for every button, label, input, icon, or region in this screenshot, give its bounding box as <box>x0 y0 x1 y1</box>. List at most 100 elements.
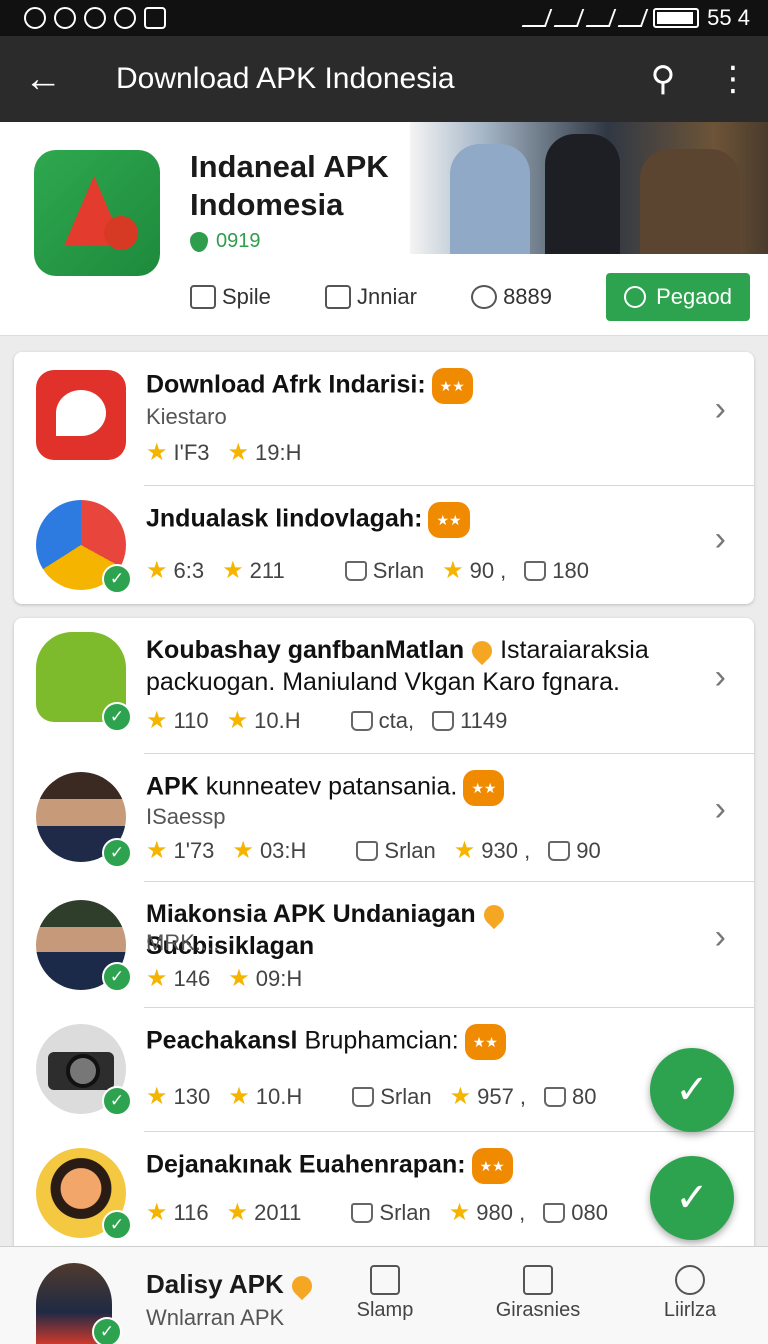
star-icon: ★ <box>222 557 244 584</box>
app-notification-icon <box>84 7 106 29</box>
app-subtitle: ISaessp <box>146 804 226 829</box>
heart-icon <box>287 1271 316 1301</box>
bottom-app-subtitle: Wnlarran APK <box>146 1305 285 1330</box>
app-subtitle: MRK.... <box>146 930 220 955</box>
image-icon <box>144 7 166 29</box>
list-item[interactable]: Download Afrk Indarisi: ★★ Kiestaro ★ I'F3… <box>14 352 754 486</box>
check-icon: ✓ <box>102 702 132 732</box>
star-icon: ★ <box>449 1083 472 1110</box>
like-action[interactable]: Spile <box>190 284 271 310</box>
share-icon <box>471 285 498 309</box>
more-vert-icon[interactable]: ⋮ <box>698 36 768 122</box>
nav-tab-girasnies[interactable]: Girasnies <box>478 1265 598 1322</box>
rating-badge: ★★ <box>463 770 505 806</box>
heart-icon <box>479 901 508 930</box>
app-title: Koubashay ganfbanMatlan Istaraiaraksia pa… <box>146 636 649 696</box>
app-title: Download Afrk Indarisi: ★★ <box>146 368 674 404</box>
app-title: Miakonsia APK UndaniaganSucbisiklagan <box>146 898 674 962</box>
share-action[interactable]: 8889 <box>471 284 552 310</box>
list-item[interactable]: ✓ Dejanakınak Euahenrapan: ★★ ★ 116 ★ 2011 … <box>14 1132 754 1258</box>
star-icon: ★ <box>146 1083 168 1110</box>
star-icon: ★ <box>228 1083 250 1110</box>
rating-badge: ★★ <box>464 1024 506 1060</box>
star-icon: ★ <box>146 965 168 992</box>
status-right-icons: 55 4 <box>521 5 750 31</box>
star-icon: ★ <box>448 1199 471 1226</box>
thumbs-up-icon <box>190 285 216 309</box>
app-stats: ★ 1'73 ★ 03:H Srlan ★ 930 , 90 <box>146 837 601 864</box>
mute-icon <box>553 9 585 27</box>
search-icon[interactable]: ⚲ <box>628 36 698 122</box>
check-icon: ✓ <box>92 1317 122 1344</box>
star-icon: ★ <box>146 1199 168 1226</box>
banner-person <box>640 149 740 254</box>
app-stats: ★ 130 ★ 10.H Srlan ★ 957 , 80 <box>146 1083 597 1110</box>
thumbs-up-icon <box>350 710 373 731</box>
verified-shield-icon <box>190 231 208 252</box>
nav-tab-label: Slamp <box>356 1299 414 1321</box>
banner-person <box>545 134 620 254</box>
signal-icon <box>617 9 649 27</box>
list-item[interactable]: ✓ APK kunneatev patansania. ★★ ISaessp ★ 1… <box>14 754 754 882</box>
share-icon <box>548 840 571 861</box>
primary-button-label: Pegaod <box>656 284 732 309</box>
check-icon: ✓ <box>102 564 132 594</box>
battery-icon <box>653 8 700 28</box>
featured-app-icon <box>34 150 160 276</box>
list-item[interactable]: ✓ Peachakansl Bruphamcian: ★★ ★ 130 ★ 10.H … <box>14 1008 754 1132</box>
thumbs-up-icon <box>351 1202 374 1223</box>
share-icon <box>543 1202 566 1223</box>
rating-badge: ★★ <box>431 368 473 404</box>
chevron-right-icon[interactable]: › <box>715 790 726 829</box>
featured-app-title: Indaneal APK Indomesia <box>190 149 389 222</box>
check-icon: ✓ <box>102 838 132 868</box>
rating-badge: ★★ <box>471 1148 513 1184</box>
person-icon <box>675 1265 705 1295</box>
list-item[interactable]: ✓ Miakonsia APK UndaniaganSucbisiklagan … <box>14 882 754 1008</box>
app-stats: ★ I'F3 ★ 19:H <box>146 439 302 466</box>
nav-tab-label: Liirlza <box>663 1299 717 1321</box>
nav-tab-slamp[interactable]: Slamp <box>325 1265 445 1322</box>
check-icon: ✓ <box>102 1210 132 1240</box>
bottom-navigation: ✓ Dalisy APK Wnlarran APK Slamp Girasnie… <box>0 1246 768 1344</box>
nav-tab-label: Girasnies <box>495 1299 581 1321</box>
star-icon: ★ <box>227 439 250 466</box>
check-icon: ✓ <box>102 962 132 992</box>
confirm-fab[interactable]: ✓ <box>650 1156 734 1240</box>
primary-download-button[interactable]: Pegaod <box>606 273 750 321</box>
featured-app-header: Indaneal APK Indomesia 0919 Spile Jnniar… <box>0 122 768 336</box>
back-arrow-icon[interactable]: ← <box>0 36 86 122</box>
app-title: APK kunneatev patansania. ★★ <box>146 770 674 806</box>
list-item[interactable]: ✓ Koubashay ganfbanMatlan Istaraiaraksia … <box>14 618 754 754</box>
chevron-right-icon[interactable]: › <box>715 918 726 957</box>
app-bar: ← Download APK Indonesia ⚲ ⋮ <box>0 36 768 122</box>
star-icon: ★ <box>442 557 464 584</box>
thumbs-up-icon <box>344 560 367 581</box>
app-list-card: ✓ Koubashay ganfbanMatlan Istaraiaraksia … <box>14 618 754 1258</box>
share-icon <box>524 560 547 581</box>
app-title: Dejanakınak Euahenrapan: ★★ <box>146 1148 674 1184</box>
app-icon <box>36 370 126 460</box>
comment-action[interactable]: Jnniar <box>325 284 417 310</box>
star-icon: ★ <box>453 837 476 864</box>
status-bar: 55 4 <box>0 0 768 36</box>
like-action-label: Spile <box>222 284 271 309</box>
thumbs-up-icon <box>352 1086 375 1107</box>
status-left-icons <box>24 7 166 29</box>
star-icon: ★ <box>226 707 249 734</box>
list-item[interactable]: ✓ Jndualask lindovlagah: ★★ ★ 6:3 ★ 211 Srl… <box>14 486 754 604</box>
chevron-right-icon[interactable]: › <box>715 390 726 429</box>
bottom-app-title: Dalisy APK <box>146 1269 320 1301</box>
chevron-right-icon[interactable]: › <box>715 520 726 559</box>
star-icon: ★ <box>146 439 168 466</box>
featured-count-value: 0919 <box>216 230 261 252</box>
star-icon: ★ <box>146 707 168 734</box>
info-circle-icon <box>624 286 647 308</box>
confirm-fab[interactable]: ✓ <box>650 1048 734 1132</box>
page-title: Download APK Indonesia <box>116 62 455 95</box>
app-list-card: Download Afrk Indarisi: ★★ Kiestaro ★ I'F3… <box>14 352 754 604</box>
chevron-right-icon[interactable]: › <box>715 658 726 697</box>
nav-tab-liirlza[interactable]: Liirlza <box>630 1265 750 1322</box>
featured-actions: Spile Jnniar 8889 Pegaod <box>190 272 750 322</box>
app-notification-icon <box>114 7 136 29</box>
